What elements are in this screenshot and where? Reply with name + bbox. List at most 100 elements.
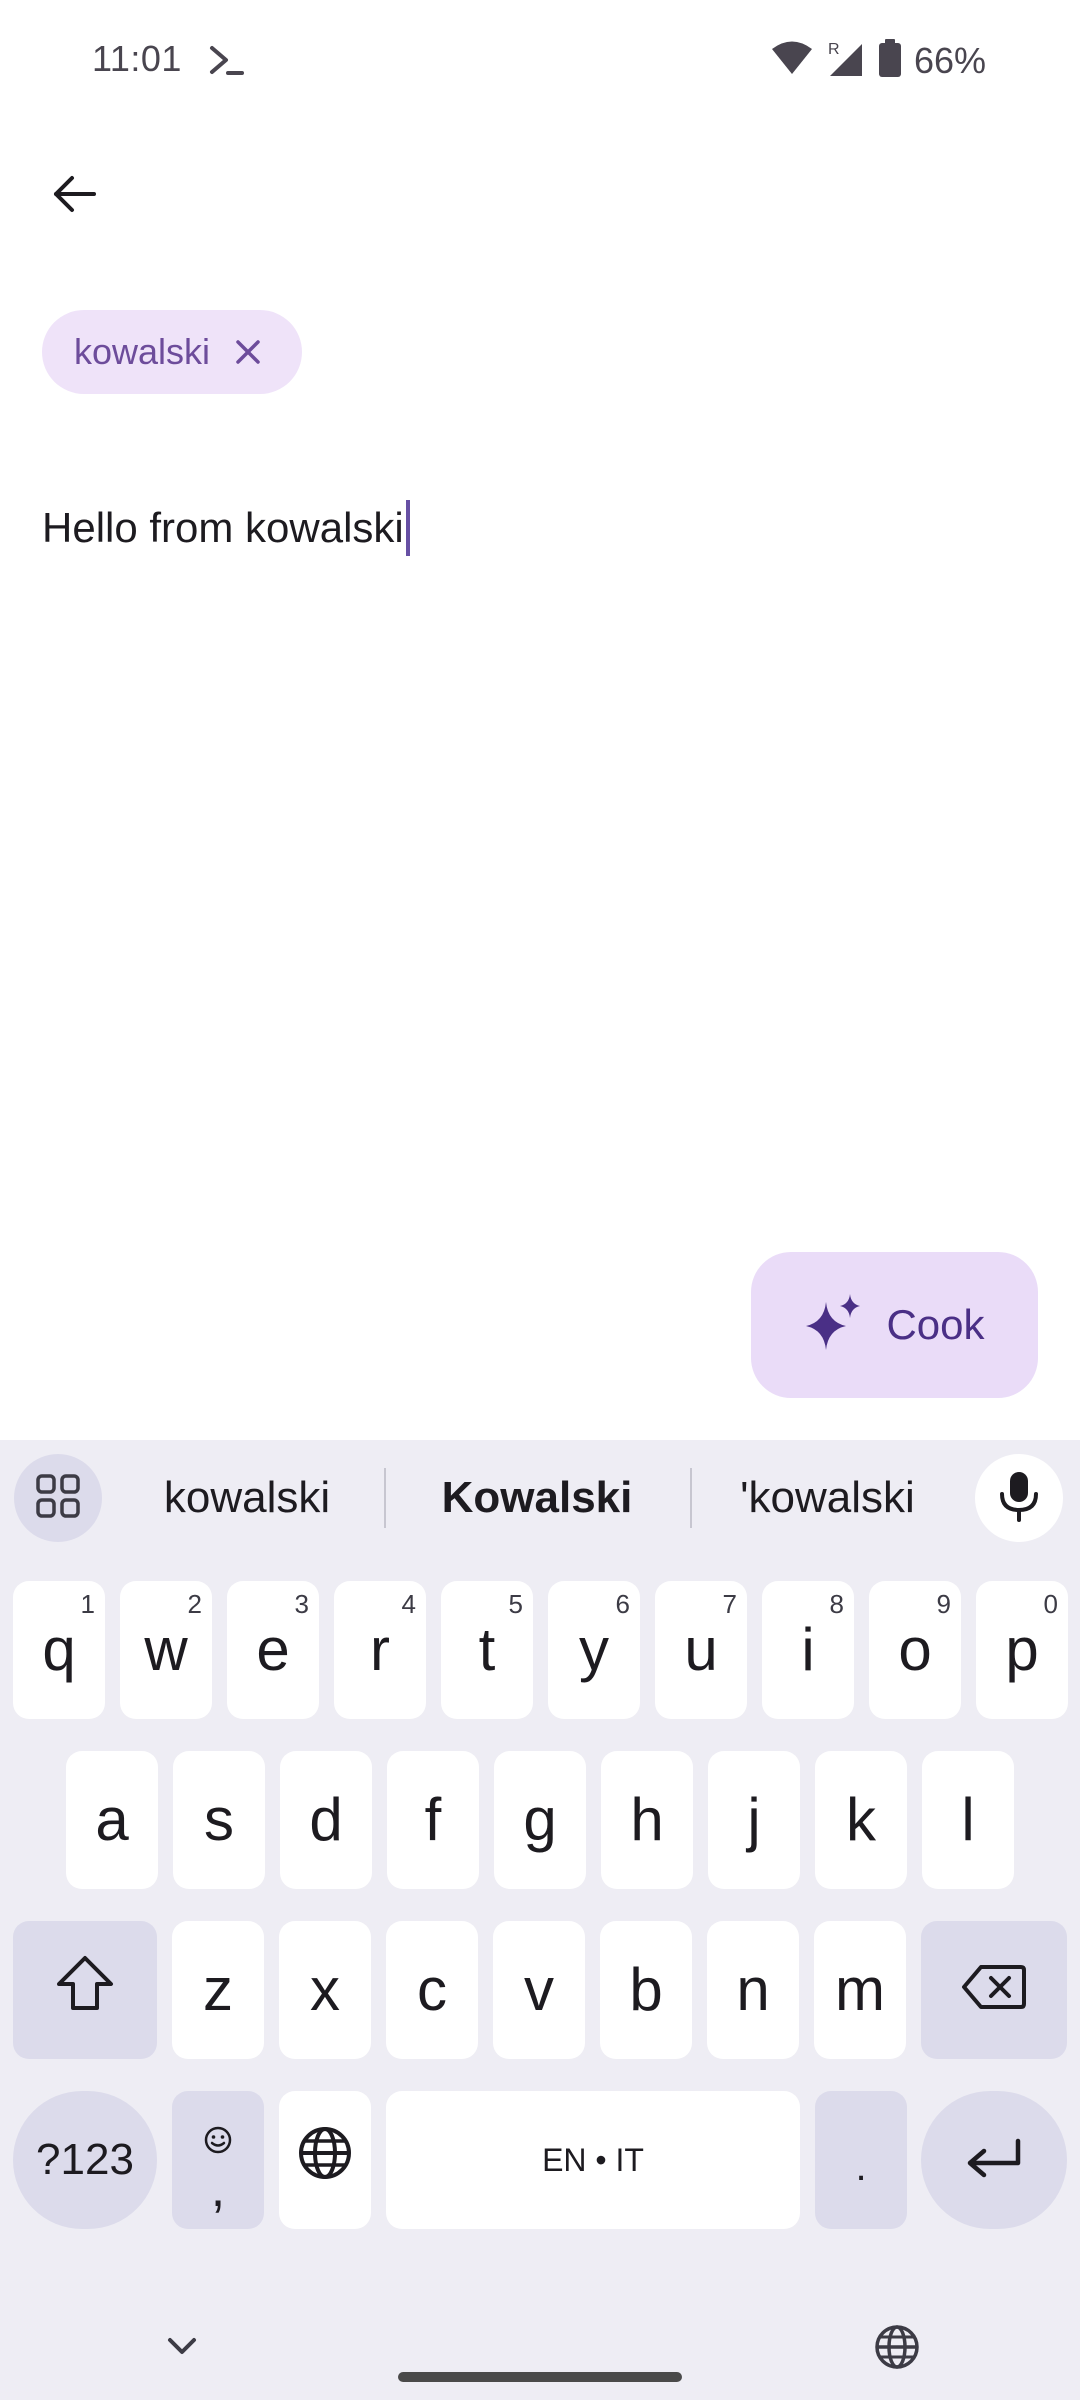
cook-button[interactable]: Cook bbox=[751, 1252, 1038, 1398]
key-w[interactable]: w2 bbox=[120, 1581, 212, 1719]
key-letter: q bbox=[42, 1616, 76, 1683]
period-label: . bbox=[855, 2144, 867, 2189]
globe-icon bbox=[297, 2125, 353, 2195]
backspace-icon bbox=[961, 1956, 1027, 2025]
key-v[interactable]: v bbox=[493, 1921, 585, 2059]
key-letter: z bbox=[203, 1956, 233, 2023]
shift-key[interactable] bbox=[13, 1921, 157, 2059]
key-letter: l bbox=[961, 1786, 975, 1853]
symbols-key[interactable]: ?123 bbox=[13, 2091, 157, 2229]
suggestion-strip: kowalski Kowalski 'kowalski bbox=[0, 1440, 1080, 1556]
key-k[interactable]: k bbox=[815, 1751, 907, 1889]
key-letter: g bbox=[523, 1786, 557, 1853]
message-text: Hello from kowalski bbox=[42, 504, 404, 551]
keyboard-apps-button[interactable] bbox=[14, 1454, 102, 1542]
key-x[interactable]: x bbox=[279, 1921, 371, 2059]
key-y[interactable]: y6 bbox=[548, 1581, 640, 1719]
enter-icon bbox=[964, 2126, 1024, 2195]
key-letter: u bbox=[684, 1616, 718, 1683]
key-letter: i bbox=[801, 1616, 815, 1683]
close-icon[interactable] bbox=[232, 336, 264, 368]
key-i[interactable]: i8 bbox=[762, 1581, 854, 1719]
suggestion-2[interactable]: Kowalski bbox=[402, 1440, 672, 1556]
key-number-hint: 0 bbox=[1043, 1589, 1058, 1619]
key-number-hint: 3 bbox=[294, 1589, 309, 1619]
key-number-hint: 6 bbox=[615, 1589, 630, 1619]
key-number-hint: 8 bbox=[829, 1589, 844, 1619]
key-a[interactable]: a bbox=[66, 1751, 158, 1889]
text-caret bbox=[405, 500, 410, 556]
key-o[interactable]: o9 bbox=[869, 1581, 961, 1719]
key-letter: k bbox=[846, 1786, 876, 1853]
key-letter: w bbox=[144, 1616, 188, 1683]
key-r[interactable]: r4 bbox=[334, 1581, 426, 1719]
key-letter: y bbox=[579, 1616, 609, 1683]
language-switch-key[interactable] bbox=[279, 2091, 371, 2229]
sparkle-icon bbox=[804, 1292, 866, 1359]
key-letter: b bbox=[629, 1956, 663, 2023]
key-letter: s bbox=[204, 1786, 234, 1853]
cook-button-label: Cook bbox=[886, 1301, 985, 1348]
suggestion-3[interactable]: 'kowalski bbox=[705, 1440, 950, 1556]
key-number-hint: 4 bbox=[401, 1589, 416, 1619]
comma-label: , bbox=[210, 2159, 226, 2218]
key-number-hint: 2 bbox=[187, 1589, 202, 1619]
message-text-field[interactable]: Hello from kowalski bbox=[42, 488, 1038, 568]
emoji-icon bbox=[203, 2100, 233, 2169]
arrow-left-icon bbox=[50, 170, 98, 223]
hide-keyboard-button[interactable] bbox=[162, 2326, 202, 2366]
wifi-icon bbox=[770, 40, 814, 81]
grid-icon bbox=[35, 1473, 81, 1524]
terminal-icon bbox=[206, 40, 246, 80]
key-z[interactable]: z bbox=[172, 1921, 264, 2059]
key-c[interactable]: c bbox=[386, 1921, 478, 2059]
key-letter: t bbox=[478, 1616, 496, 1683]
key-f[interactable]: f bbox=[387, 1751, 479, 1889]
space-key[interactable]: EN • IT bbox=[386, 2091, 800, 2229]
shift-icon bbox=[55, 1954, 115, 2026]
key-letter: c bbox=[417, 1956, 447, 2023]
key-number-hint: 7 bbox=[722, 1589, 737, 1619]
key-b[interactable]: b bbox=[600, 1921, 692, 2059]
key-number-hint: 9 bbox=[936, 1589, 951, 1619]
voice-input-button[interactable] bbox=[975, 1454, 1063, 1542]
back-button[interactable] bbox=[36, 158, 112, 234]
status-bar: 11:01 R 66% bbox=[0, 0, 1080, 124]
period-key[interactable]: . bbox=[815, 2091, 907, 2229]
key-t[interactable]: t5 bbox=[441, 1581, 533, 1719]
key-letter: a bbox=[95, 1786, 129, 1853]
suggestion-divider bbox=[690, 1468, 692, 1528]
svg-text:R: R bbox=[828, 41, 840, 58]
key-letter: m bbox=[835, 1956, 885, 2023]
key-e[interactable]: e3 bbox=[227, 1581, 319, 1719]
battery-percentage: 66% bbox=[913, 39, 986, 81]
key-letter: j bbox=[747, 1786, 761, 1853]
key-letter: p bbox=[1005, 1616, 1039, 1683]
key-letter: r bbox=[370, 1616, 390, 1683]
status-time: 11:01 bbox=[92, 38, 182, 79]
key-j[interactable]: j bbox=[708, 1751, 800, 1889]
battery-icon bbox=[878, 38, 902, 83]
key-letter: o bbox=[898, 1616, 932, 1683]
key-u[interactable]: u7 bbox=[655, 1581, 747, 1719]
enter-key[interactable] bbox=[921, 2091, 1067, 2229]
backspace-key[interactable] bbox=[921, 1921, 1067, 2059]
key-g[interactable]: g bbox=[494, 1751, 586, 1889]
comma-key[interactable]: , bbox=[172, 2091, 264, 2229]
home-gesture-handle[interactable] bbox=[398, 2372, 682, 2382]
key-number-hint: 1 bbox=[80, 1589, 95, 1619]
key-s[interactable]: s bbox=[173, 1751, 265, 1889]
key-m[interactable]: m bbox=[814, 1921, 906, 2059]
globe-icon[interactable] bbox=[874, 2324, 920, 2370]
key-q[interactable]: q1 bbox=[13, 1581, 105, 1719]
key-l[interactable]: l bbox=[922, 1751, 1014, 1889]
key-p[interactable]: p0 bbox=[976, 1581, 1068, 1719]
key-letter: h bbox=[630, 1786, 664, 1853]
tag-chip[interactable]: kowalski bbox=[42, 310, 303, 394]
key-number-hint: 5 bbox=[508, 1589, 523, 1619]
key-n[interactable]: n bbox=[707, 1921, 799, 2059]
key-h[interactable]: h bbox=[601, 1751, 693, 1889]
key-d[interactable]: d bbox=[280, 1751, 372, 1889]
suggestion-1[interactable]: kowalski bbox=[122, 1440, 372, 1556]
navigation-bar bbox=[0, 2280, 1080, 2400]
